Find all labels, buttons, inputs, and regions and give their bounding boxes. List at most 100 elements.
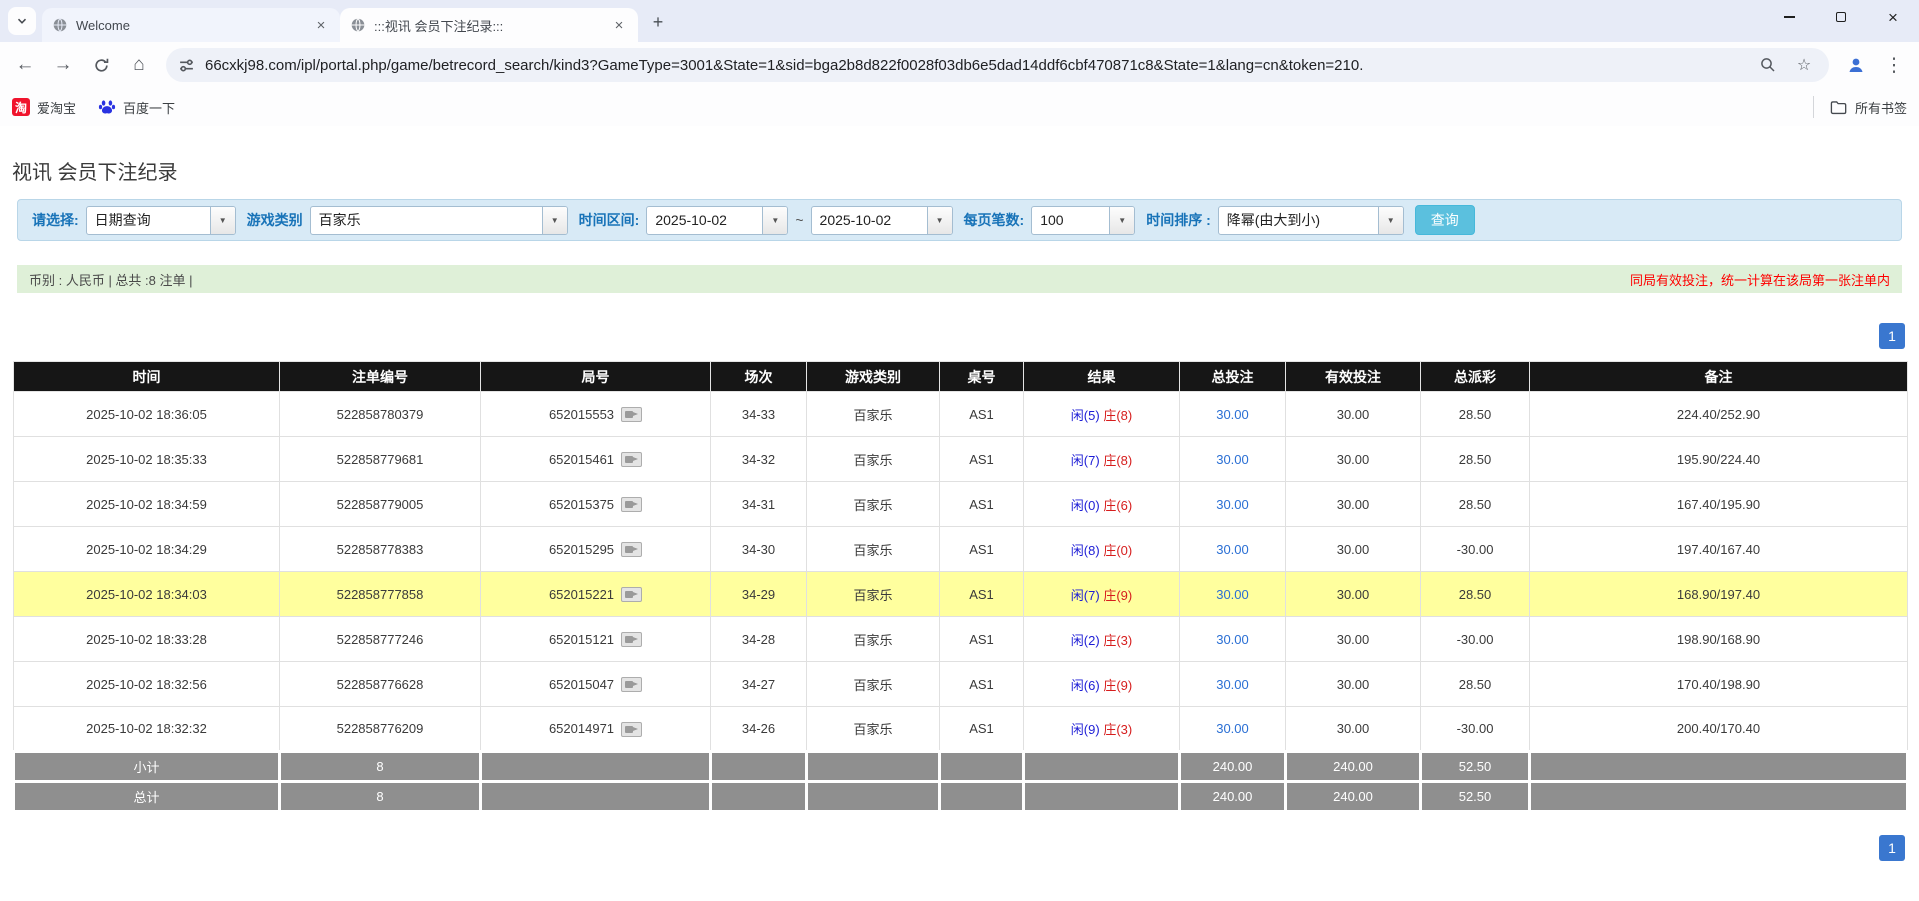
total-bet-link[interactable]: 30.00 <box>1216 587 1249 602</box>
cell-session: 34-26 <box>711 707 807 752</box>
browser-menu-button[interactable]: ⋮ <box>1877 48 1911 82</box>
cell-remark: 167.40/195.90 <box>1530 482 1908 527</box>
result-banker: 庄(9) <box>1103 588 1132 603</box>
result-banker: 庄(3) <box>1103 722 1132 737</box>
cell-remark: 170.40/198.90 <box>1530 662 1908 707</box>
dropdown-arrow-icon[interactable]: ▼ <box>1378 207 1403 234</box>
cell-round: 652015553 <box>481 392 711 437</box>
cell-time: 2025-10-02 18:34:03 <box>14 572 280 617</box>
footer-cell: 总计 <box>14 782 280 812</box>
home-button[interactable]: ⌂ <box>122 48 156 82</box>
bookmark-star-icon[interactable]: ☆ <box>1791 52 1817 78</box>
per-page-label: 每页笔数: <box>964 210 1025 230</box>
video-replay-icon[interactable] <box>621 722 642 737</box>
address-bar[interactable]: 66cxkj98.com/ipl/portal.php/game/betreco… <box>166 48 1829 82</box>
mode-select[interactable]: 日期查询 ▼ <box>86 206 236 235</box>
video-replay-icon[interactable] <box>621 542 642 557</box>
cell-remark: 195.90/224.40 <box>1530 437 1908 482</box>
cell-game-type: 百家乐 <box>807 617 940 662</box>
video-replay-icon[interactable] <box>621 677 642 692</box>
cell-time: 2025-10-02 18:34:59 <box>14 482 280 527</box>
cell-game-type: 百家乐 <box>807 437 940 482</box>
cell-total-bet: 30.00 <box>1180 437 1286 482</box>
table-row: 2025-10-02 18:32:56522858776628652015047… <box>14 662 1908 707</box>
total-bet-link[interactable]: 30.00 <box>1216 721 1249 736</box>
video-replay-icon[interactable] <box>621 587 642 602</box>
bookmark-aitaobao[interactable]: 淘 爱淘宝 <box>12 98 76 117</box>
window-close-button[interactable]: × <box>1867 0 1919 34</box>
window-maximize-button[interactable] <box>1815 0 1867 34</box>
result-player: 闲(8) <box>1071 543 1100 558</box>
video-replay-icon[interactable] <box>621 632 642 647</box>
game-type-select[interactable]: 百家乐 ▼ <box>310 206 568 235</box>
total-bet-link[interactable]: 30.00 <box>1216 497 1249 512</box>
cell-remark: 224.40/252.90 <box>1530 392 1908 437</box>
cell-payout: 28.50 <box>1421 572 1530 617</box>
globe-icon <box>350 17 366 33</box>
video-replay-icon[interactable] <box>621 497 642 512</box>
table-row: 2025-10-02 18:32:32522858776209652014971… <box>14 707 1908 752</box>
cell-total-bet: 30.00 <box>1180 617 1286 662</box>
cell-valid-bet: 30.00 <box>1286 662 1421 707</box>
tab-bet-records[interactable]: :::视讯 会员下注纪录::: × <box>340 8 638 42</box>
result-banker: 庄(0) <box>1103 543 1132 558</box>
column-header: 结果 <box>1024 362 1180 392</box>
bookmark-label: 爱淘宝 <box>37 98 76 117</box>
cell-valid-bet: 30.00 <box>1286 572 1421 617</box>
reload-button[interactable] <box>84 48 118 82</box>
cell-valid-bet: 30.00 <box>1286 707 1421 752</box>
tab-welcome[interactable]: Welcome × <box>42 8 340 42</box>
forward-button[interactable]: → <box>46 48 80 82</box>
cell-remark: 198.90/168.90 <box>1530 617 1908 662</box>
top-pagination: 1 <box>0 323 1905 349</box>
cell-time: 2025-10-02 18:35:33 <box>14 437 280 482</box>
cell-session: 34-32 <box>711 437 807 482</box>
dropdown-arrow-icon[interactable]: ▼ <box>1109 207 1134 234</box>
dropdown-arrow-icon[interactable]: ▼ <box>927 207 952 234</box>
url-text[interactable]: 66cxkj98.com/ipl/portal.php/game/betreco… <box>205 57 1745 74</box>
footer-cell <box>481 782 711 812</box>
window-minimize-button[interactable] <box>1763 0 1815 34</box>
total-bet-link[interactable]: 30.00 <box>1216 677 1249 692</box>
profile-avatar[interactable] <box>1839 48 1873 82</box>
result-player: 闲(9) <box>1071 722 1100 737</box>
table-header-row: 时间注单编号局号场次游戏类别桌号结果总投注有效投注总派彩备注 <box>14 362 1908 392</box>
cell-table-no: AS1 <box>940 482 1024 527</box>
video-replay-icon[interactable] <box>621 452 642 467</box>
date-from-input[interactable]: 2025-10-02 ▼ <box>646 206 788 235</box>
cell-time: 2025-10-02 18:33:28 <box>14 617 280 662</box>
per-page-select[interactable]: 100 ▼ <box>1031 206 1135 235</box>
total-row: 总计8240.00240.0052.50 <box>14 782 1908 812</box>
footer-cell: 240.00 <box>1286 752 1421 782</box>
zoom-icon[interactable] <box>1755 52 1781 78</box>
cell-table-no: AS1 <box>940 392 1024 437</box>
browser-tab-strip: Welcome × :::视讯 会员下注纪录::: × + × <box>0 0 1919 42</box>
tab-close-icon[interactable]: × <box>312 16 330 34</box>
all-bookmarks-button[interactable]: 所有书签 <box>1813 96 1907 118</box>
cell-round: 652015121 <box>481 617 711 662</box>
tab-close-icon[interactable]: × <box>610 16 628 34</box>
dropdown-arrow-icon[interactable]: ▼ <box>210 207 235 234</box>
cell-total-bet: 30.00 <box>1180 572 1286 617</box>
cell-valid-bet: 30.00 <box>1286 482 1421 527</box>
video-replay-icon[interactable] <box>621 407 642 422</box>
total-bet-link[interactable]: 30.00 <box>1216 407 1249 422</box>
dropdown-arrow-icon[interactable]: ▼ <box>762 207 787 234</box>
total-bet-link[interactable]: 30.00 <box>1216 632 1249 647</box>
sort-order-select[interactable]: 降幂(由大到小) ▼ <box>1218 206 1404 235</box>
dropdown-arrow-icon[interactable]: ▼ <box>542 207 567 234</box>
footer-cell: 8 <box>280 782 481 812</box>
page-1-button[interactable]: 1 <box>1879 323 1905 349</box>
search-button[interactable]: 查询 <box>1415 205 1475 235</box>
bookmark-baidu[interactable]: 百度一下 <box>98 98 175 117</box>
site-settings-icon[interactable] <box>178 57 195 74</box>
back-button[interactable]: ← <box>8 48 42 82</box>
footer-cell <box>711 782 807 812</box>
total-bet-link[interactable]: 30.00 <box>1216 452 1249 467</box>
tab-search-button[interactable] <box>8 7 36 35</box>
date-to-input[interactable]: 2025-10-02 ▼ <box>811 206 953 235</box>
cell-remark: 197.40/167.40 <box>1530 527 1908 572</box>
total-bet-link[interactable]: 30.00 <box>1216 542 1249 557</box>
page-1-button[interactable]: 1 <box>1879 835 1905 861</box>
new-tab-button[interactable]: + <box>644 8 672 36</box>
